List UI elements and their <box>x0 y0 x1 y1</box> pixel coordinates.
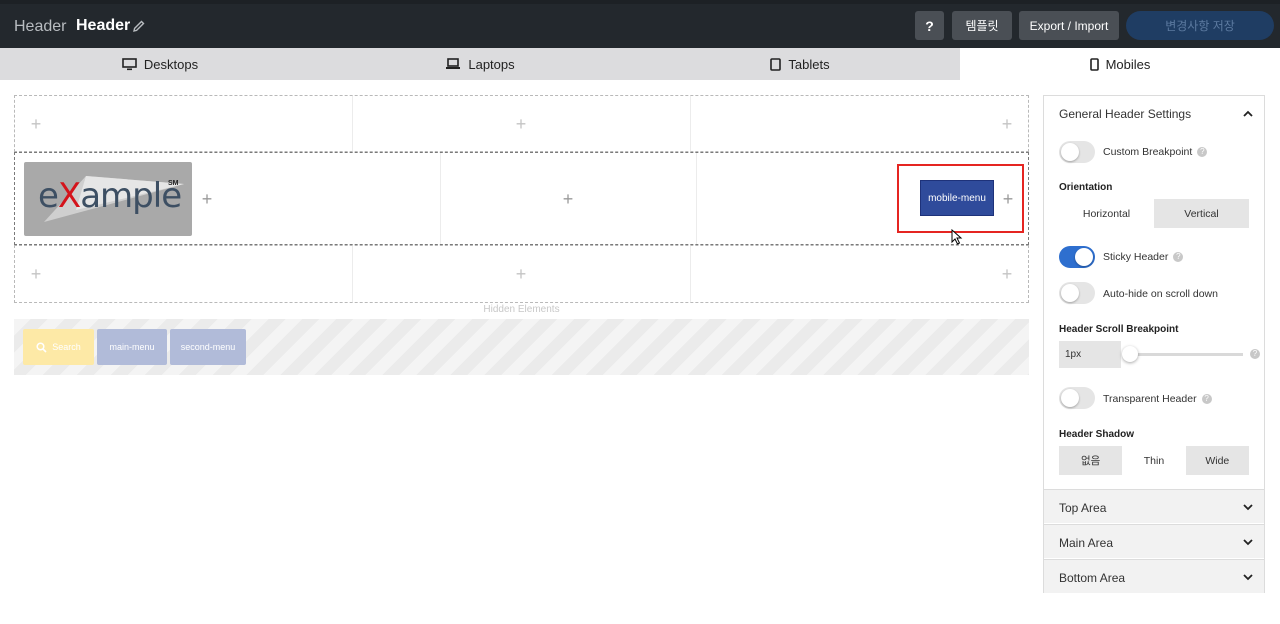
section-label: Main Area <box>1059 536 1114 550</box>
tab-label: Desktops <box>143 56 199 72</box>
hidden-search-element[interactable]: Search <box>23 329 94 365</box>
add-element-button[interactable]: + <box>1000 265 1014 283</box>
custom-breakpoint-label: Custom Breakpoint? <box>1103 146 1208 158</box>
tab-label: Laptops <box>468 56 515 72</box>
orientation-vertical[interactable]: Vertical <box>1154 199 1249 228</box>
selection-highlight <box>897 164 1024 233</box>
template-button[interactable]: 템플릿 <box>952 11 1012 40</box>
sticky-header-label: Sticky Header? <box>1103 251 1184 263</box>
mobile-icon <box>1089 57 1099 71</box>
section-label: Top Area <box>1059 501 1107 515</box>
tab-label: Tablets <box>788 56 830 72</box>
chevron-down-icon <box>1243 574 1253 581</box>
row-cell <box>15 96 353 151</box>
shadow-thin[interactable]: Thin <box>1122 446 1186 475</box>
add-element-button[interactable]: + <box>1000 115 1014 133</box>
settings-panel: General Header Settings Custom Breakpoin… <box>1043 95 1265 593</box>
hidden-main-menu-element[interactable]: main-menu <box>97 329 167 365</box>
help-button[interactable]: ? <box>915 11 944 40</box>
help-icon[interactable]: ? <box>1197 147 1208 158</box>
scroll-breakpoint-label: Header Scroll Breakpoint <box>1059 324 1179 335</box>
chevron-down-icon <box>1243 504 1253 511</box>
hidden-second-menu-element[interactable]: second-menu <box>170 329 246 365</box>
orientation-segmented: Horizontal Vertical <box>1059 199 1249 228</box>
custom-breakpoint-toggle[interactable] <box>1059 141 1095 163</box>
tab-label: Mobiles <box>1105 56 1151 72</box>
section-main-area[interactable]: Main Area <box>1044 524 1264 558</box>
top-row: + + + <box>14 95 1029 152</box>
logo-text: eXample <box>38 176 182 216</box>
chevron-up-icon[interactable] <box>1242 108 1254 120</box>
transparent-header-label: Transparent Header? <box>1103 393 1212 405</box>
shadow-segmented: 없음 Thin Wide <box>1059 446 1249 475</box>
scroll-breakpoint-value[interactable]: 1px <box>1059 341 1121 368</box>
hidden-elements-label: Hidden Elements <box>483 304 560 315</box>
device-tabs: Desktops Laptops Tablets Mobiles <box>0 48 1280 80</box>
auto-hide-toggle[interactable] <box>1059 282 1095 304</box>
tab-mobiles[interactable]: Mobiles <box>960 48 1280 80</box>
orientation-horizontal[interactable]: Horizontal <box>1059 199 1154 228</box>
tab-desktops[interactable]: Desktops <box>0 48 320 80</box>
header-shadow-label: Header Shadow <box>1059 429 1135 440</box>
orientation-label: Orientation <box>1059 182 1113 193</box>
pencil-icon[interactable] <box>132 19 146 33</box>
help-icon[interactable]: ? <box>1250 349 1260 359</box>
row-cell <box>15 246 353 302</box>
main-row: eXample SM + + mobile-menu + <box>14 152 1029 245</box>
add-element-button[interactable]: + <box>514 265 528 283</box>
breadcrumb[interactable]: Header <box>14 18 66 36</box>
section-label: Bottom Area <box>1059 571 1126 585</box>
export-import-button[interactable]: Export / Import <box>1019 11 1119 40</box>
logo-trademark: SM <box>168 180 179 187</box>
add-element-button[interactable]: + <box>29 115 43 133</box>
sticky-header-toggle[interactable] <box>1059 246 1095 268</box>
search-icon <box>36 341 47 353</box>
section-top-area[interactable]: Top Area <box>1044 489 1264 523</box>
top-bar: Header Header ? 템플릿 Export / Import 변경사항… <box>0 0 1280 48</box>
tablet-icon <box>770 57 782 71</box>
scroll-breakpoint-slider[interactable] <box>1122 346 1138 362</box>
help-icon[interactable]: ? <box>1173 252 1184 263</box>
shadow-wide[interactable]: Wide <box>1186 446 1249 475</box>
add-element-button[interactable]: + <box>200 190 214 208</box>
shadow-none[interactable]: 없음 <box>1059 446 1122 475</box>
transparent-header-toggle[interactable] <box>1059 387 1095 409</box>
chevron-down-icon <box>1243 539 1253 546</box>
bottom-row: + + + <box>14 245 1029 303</box>
monitor-icon <box>122 57 137 70</box>
page-title: Header <box>76 17 131 34</box>
panel-title[interactable]: General Header Settings <box>1059 107 1191 121</box>
logo-element[interactable]: eXample SM <box>24 162 192 236</box>
scroll-breakpoint-track[interactable] <box>1129 353 1243 356</box>
help-icon[interactable]: ? <box>1201 394 1212 405</box>
add-element-button[interactable]: + <box>561 190 575 208</box>
section-bottom-area[interactable]: Bottom Area <box>1044 559 1264 593</box>
auto-hide-label: Auto-hide on scroll down <box>1103 288 1218 300</box>
save-changes-button[interactable]: 변경사항 저장 <box>1126 11 1274 40</box>
laptop-icon <box>446 58 461 69</box>
tab-laptops[interactable]: Laptops <box>320 48 640 80</box>
hidden-elements-zone: Search main-menu second-menu <box>14 319 1029 375</box>
tab-tablets[interactable]: Tablets <box>640 48 960 80</box>
add-element-button[interactable]: + <box>29 265 43 283</box>
add-element-button[interactable]: + <box>514 115 528 133</box>
cursor-icon <box>951 229 963 245</box>
